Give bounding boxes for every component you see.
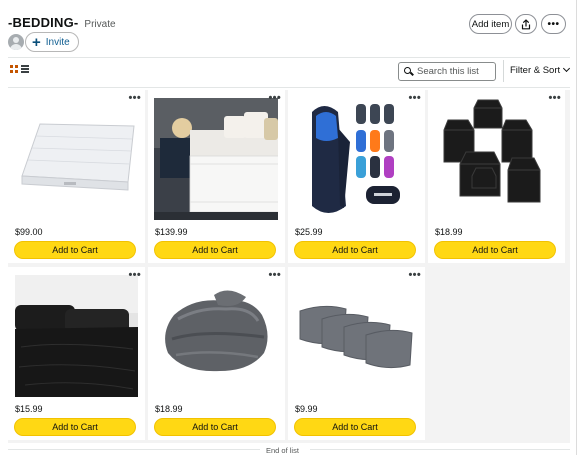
add-to-cart-button[interactable]: Add to Cart	[14, 241, 136, 259]
add-to-cart-button[interactable]: Add to Cart	[154, 418, 276, 436]
product-image[interactable]	[294, 275, 418, 397]
item-more-button[interactable]: •••	[269, 93, 281, 104]
item-price: $18.99	[155, 404, 183, 414]
add-to-cart-button[interactable]: Add to Cart	[14, 418, 136, 436]
item-price: $99.00	[15, 227, 43, 237]
product-image[interactable]	[434, 98, 558, 220]
share-icon	[521, 18, 531, 29]
share-button[interactable]	[515, 14, 537, 34]
item-price: $25.99	[295, 227, 323, 237]
item-price: $15.99	[15, 404, 43, 414]
gray-throw-blanket-image	[154, 275, 278, 397]
filter-sort-label: Filter & Sort	[510, 65, 561, 76]
item-more-button[interactable]: •••	[409, 93, 421, 104]
item-price: $18.99	[435, 227, 463, 237]
list-item[interactable]: ••• $18.99 Add to Cart	[428, 90, 565, 263]
items-grid: ••• $99.00 Add to Cart ••• $139.99 Add t…	[8, 90, 570, 443]
item-more-button[interactable]: •••	[409, 270, 421, 281]
product-image[interactable]	[15, 275, 138, 397]
gray-pillowcases-image	[294, 275, 418, 397]
footer-divider-right	[310, 449, 570, 450]
mattress-bedroom-image	[154, 98, 278, 220]
search-input[interactable]	[417, 66, 495, 77]
list-title: -BEDDING-	[8, 15, 79, 30]
product-image[interactable]	[154, 275, 278, 397]
filter-sort-dropdown[interactable]: Filter & Sort	[510, 64, 571, 76]
list-item[interactable]: ••• $18.99 Add to Cart	[148, 267, 285, 440]
grid-view-icon[interactable]	[10, 65, 18, 73]
bed-risers-image	[434, 98, 558, 220]
invite-label: Invite	[45, 36, 70, 48]
end-of-list-label: End of list	[266, 446, 299, 455]
search-icon	[404, 67, 412, 76]
product-image[interactable]	[12, 96, 141, 220]
add-to-cart-button[interactable]: Add to Cart	[434, 241, 556, 259]
item-price: $139.99	[155, 227, 188, 237]
item-more-button[interactable]: •••	[129, 93, 141, 104]
list-view-icon[interactable]	[21, 65, 29, 73]
more-options-button[interactable]: •••	[541, 14, 566, 34]
product-image[interactable]	[294, 98, 418, 220]
footer-divider-left	[8, 449, 260, 450]
product-image[interactable]	[154, 98, 278, 220]
add-to-cart-button[interactable]: Add to Cart	[294, 418, 416, 436]
add-to-cart-button[interactable]: Add to Cart	[294, 241, 416, 259]
toolbar-divider	[8, 87, 570, 88]
list-item[interactable]: ••• $99.00 Add to Cart	[8, 90, 145, 263]
header-divider	[8, 57, 570, 58]
avatar-body	[10, 44, 22, 50]
item-more-button[interactable]: •••	[269, 270, 281, 281]
black-sheets-image	[15, 275, 138, 397]
list-item[interactable]: ••• $15.99 Add to Cart	[8, 267, 145, 440]
chevron-down-icon	[563, 64, 571, 73]
mattress-image	[12, 96, 141, 220]
toolbar-separator	[503, 60, 504, 82]
item-more-button[interactable]: •••	[129, 270, 141, 281]
add-item-button[interactable]: Add item	[469, 14, 512, 34]
privacy-label: Private	[84, 19, 116, 30]
plus-icon: +	[32, 33, 41, 51]
list-item[interactable]: ••• $139.99 Add to Cart	[148, 90, 285, 263]
avatar-head	[13, 37, 19, 43]
list-item[interactable]: ••• $25.99 Add to Cart	[288, 90, 425, 263]
list-page: -BEDDING- Private + Invite Add item ••• …	[0, 0, 577, 455]
sleeping-bag-image	[294, 98, 418, 220]
avatar[interactable]	[8, 34, 24, 50]
item-price: $9.99	[295, 404, 318, 414]
search-field[interactable]	[398, 62, 496, 81]
add-to-cart-button[interactable]: Add to Cart	[154, 241, 276, 259]
list-header: -BEDDING- Private	[8, 15, 116, 30]
invite-button[interactable]: + Invite	[25, 32, 79, 52]
list-item[interactable]: ••• $9.99 Add to Cart	[288, 267, 425, 440]
item-more-button[interactable]: •••	[549, 93, 561, 104]
